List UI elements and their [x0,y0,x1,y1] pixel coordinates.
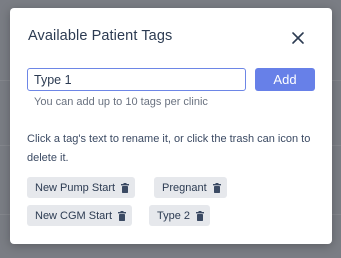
trash-icon[interactable] [121,182,130,193]
tag-new-pump-start[interactable]: New Pump Start [27,177,136,198]
tag-new-cgm-start[interactable]: New CGM Start [27,205,133,226]
tag-label[interactable]: New Pump Start [35,182,115,194]
tag-label[interactable]: New CGM Start [35,210,112,222]
tag-name-input[interactable] [27,68,246,91]
tag-limit-hint: You can add up to 10 tags per clinic [34,96,208,108]
trash-icon[interactable] [196,210,205,221]
tags-modal: Available Patient Tags Add You can add u… [10,8,332,244]
trash-icon[interactable] [212,182,221,193]
tag-label[interactable]: Pregnant [162,182,207,194]
close-icon[interactable] [290,30,306,46]
modal-title: Available Patient Tags [28,28,173,44]
tag-type-2[interactable]: Type 2 [149,205,211,226]
tag-label[interactable]: Type 2 [157,210,190,222]
trash-icon[interactable] [118,210,127,221]
tag-pregnant[interactable]: Pregnant [154,177,227,198]
add-tag-button[interactable]: Add [255,68,315,91]
instructions-text: Click a tag's text to rename it, or clic… [27,133,311,164]
